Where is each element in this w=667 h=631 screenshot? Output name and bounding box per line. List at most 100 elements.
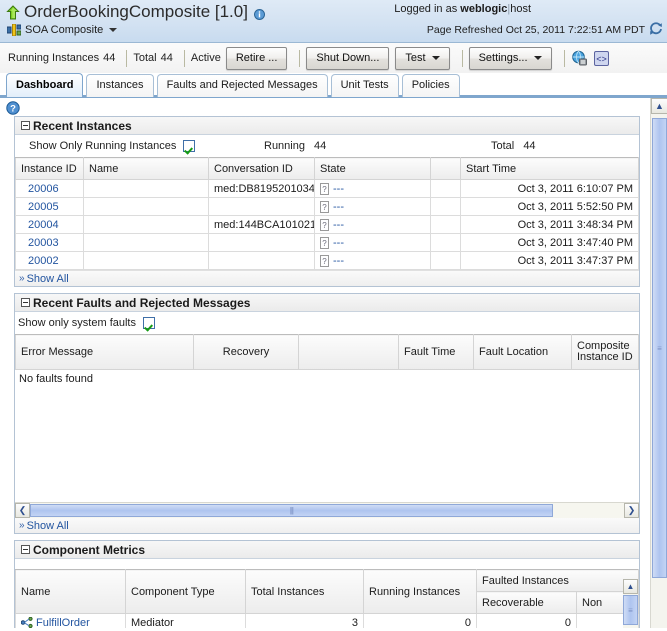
scroll-right-icon[interactable]: ❯: [624, 502, 639, 518]
cell-spacer: [430, 251, 461, 270]
cell-spacer: [430, 233, 461, 252]
table-row[interactable]: FulfillOrder Mediator 3 0 0: [15, 613, 639, 629]
help-icon[interactable]: ?: [6, 101, 20, 115]
page-vscroll-thumb[interactable]: ≡: [652, 118, 667, 578]
col-recoverable[interactable]: Recoverable: [476, 591, 577, 614]
refresh-icon[interactable]: [649, 22, 663, 36]
tab-dashboard[interactable]: Dashboard: [6, 73, 84, 97]
globe-icon[interactable]: [571, 50, 588, 67]
hscroll-thumb[interactable]: |||: [30, 503, 553, 517]
col-name[interactable]: Name: [83, 157, 209, 180]
cell-state: ? ---: [314, 251, 431, 270]
table-row[interactable]: 20002 ? --- Oct 3, 2011 3:47:37 PM: [15, 251, 639, 270]
retire-button[interactable]: Retire ...: [225, 46, 288, 70]
cell-state: ? ---: [314, 179, 431, 198]
composite-selector-label: SOA Composite: [25, 24, 104, 36]
logged-in-host: host: [510, 3, 531, 15]
col-name[interactable]: Name: [15, 569, 126, 614]
tab-faults-label: Faults and Rejected Messages: [166, 79, 318, 91]
component-metrics-header[interactable]: Component Metrics: [15, 541, 639, 559]
col-fault-location[interactable]: Fault Location: [473, 334, 572, 370]
col-error-message[interactable]: Error Message: [15, 334, 194, 370]
code-xml-icon[interactable]: <>: [593, 50, 610, 67]
instance-id-link[interactable]: 20004: [28, 219, 59, 231]
shutdown-button[interactable]: Shut Down...: [306, 46, 390, 70]
recent-instances-header[interactable]: Recent Instances: [15, 117, 639, 135]
chevron-down-icon[interactable]: [109, 28, 118, 32]
component-name-link[interactable]: FulfillOrder: [36, 617, 90, 629]
cell-conversation-id: med:144BCA101021: [208, 215, 315, 234]
col-recovery[interactable]: Recovery: [193, 334, 299, 370]
scroll-left-icon[interactable]: ❮: [15, 502, 30, 518]
tab-instances[interactable]: Instances: [86, 74, 154, 97]
total-instances-label: Total: [133, 52, 157, 64]
table-row[interactable]: 20006 med:DB8195201034 ? --- Oct 3, 2011…: [15, 179, 639, 198]
mediator-icon: [21, 617, 33, 628]
running-count: Running 44: [264, 140, 326, 152]
cell-name: [83, 197, 209, 216]
cell-start-time: Oct 3, 2011 3:47:40 PM: [460, 233, 639, 252]
page-vscrollbar[interactable]: ▲ ≡: [650, 98, 667, 628]
instance-id-link[interactable]: 20006: [28, 183, 59, 195]
collapse-icon[interactable]: [21, 121, 30, 130]
unknown-state-icon: ?: [320, 200, 329, 213]
col-fault-time[interactable]: Fault Time: [398, 334, 474, 370]
tab-instances-label: Instances: [96, 79, 144, 91]
component-metrics-vscrollbar[interactable]: ▲ ≡: [623, 579, 638, 628]
tab-unit-tests[interactable]: Unit Tests: [330, 74, 399, 97]
col-conversation-id[interactable]: Conversation ID: [208, 157, 315, 180]
hscroll-track[interactable]: |||: [30, 502, 624, 518]
composite-selector[interactable]: SOA Composite: [6, 23, 118, 37]
running-instances-value: 44: [103, 52, 116, 64]
double-chevron-right-icon: »: [19, 520, 24, 531]
col-composite-instance-id[interactable]: Composite Instance ID: [571, 334, 639, 370]
cm-vscroll-thumb[interactable]: ≡: [623, 595, 638, 625]
col-state[interactable]: State: [314, 157, 431, 180]
logged-in-info: Logged in as weblogic|host: [394, 3, 531, 15]
tab-dashboard-label: Dashboard: [16, 79, 74, 91]
total-count: Total 44: [491, 140, 536, 152]
test-button[interactable]: Test: [395, 46, 450, 70]
col-instance-id[interactable]: Instance ID: [15, 157, 84, 180]
grip-icon: ≡: [628, 605, 633, 615]
collapse-icon[interactable]: [21, 298, 30, 307]
show-only-running-checkbox[interactable]: [183, 140, 196, 152]
table-row[interactable]: 20004 med:144BCA101021 ? --- Oct 3, 2011…: [15, 215, 639, 234]
col-start-time[interactable]: Start Time: [460, 157, 639, 180]
svg-text:<>: <>: [596, 54, 607, 64]
col-faulted-instances[interactable]: Faulted Instances: [476, 569, 639, 592]
recent-instances-show-all[interactable]: » Show All: [15, 270, 639, 286]
recent-faults-show-all[interactable]: » Show All: [15, 517, 639, 533]
up-arrow-icon[interactable]: [6, 4, 20, 20]
table-row[interactable]: 20003 ? --- Oct 3, 2011 3:47:40 PM: [15, 233, 639, 252]
instance-id-link[interactable]: 20005: [28, 201, 59, 213]
table-header-row: Name Component Type Total Instances Runn…: [15, 569, 639, 614]
recent-faults-header[interactable]: Recent Faults and Rejected Messages: [15, 294, 639, 312]
info-icon[interactable]: [253, 8, 265, 20]
total-instances-stat: Total 44: [133, 52, 173, 64]
recent-faults-hscrollbar[interactable]: ❮ ||| ❯: [15, 502, 639, 518]
recent-instances-table: Instance ID Name Conversation ID State S…: [15, 157, 639, 270]
cell-state: ? ---: [314, 215, 431, 234]
svg-text:?: ?: [322, 257, 327, 266]
chevron-down-icon: [431, 56, 440, 60]
table-row[interactable]: 20005 ? --- Oct 3, 2011 5:52:50 PM: [15, 197, 639, 216]
instance-id-link[interactable]: 20003: [28, 237, 59, 249]
scroll-up-icon[interactable]: ▲: [623, 579, 638, 594]
col-running-instances[interactable]: Running Instances: [363, 569, 477, 614]
cell-start-time: Oct 3, 2011 3:47:37 PM: [460, 251, 639, 270]
tab-faults-and-rejected-messages[interactable]: Faults and Rejected Messages: [156, 74, 328, 97]
cell-start-time: Oct 3, 2011 5:52:50 PM: [460, 197, 639, 216]
collapse-icon[interactable]: [21, 545, 30, 554]
page-title: OrderBookingComposite [1.0]: [24, 2, 248, 21]
instance-id-link[interactable]: 20002: [28, 255, 59, 267]
show-only-system-faults-checkbox[interactable]: [143, 317, 155, 329]
state-value: ---: [333, 218, 344, 231]
page-header: OrderBookingComposite [1.0] SOA Composit…: [0, 0, 667, 43]
tab-policies[interactable]: Policies: [401, 74, 460, 97]
settings-button[interactable]: Settings...: [468, 46, 552, 70]
recent-faults-panel: Recent Faults and Rejected Messages Show…: [14, 293, 640, 534]
col-total-instances[interactable]: Total Instances: [245, 569, 364, 614]
col-component-type[interactable]: Component Type: [125, 569, 246, 614]
scroll-up-icon[interactable]: ▲: [651, 98, 667, 114]
